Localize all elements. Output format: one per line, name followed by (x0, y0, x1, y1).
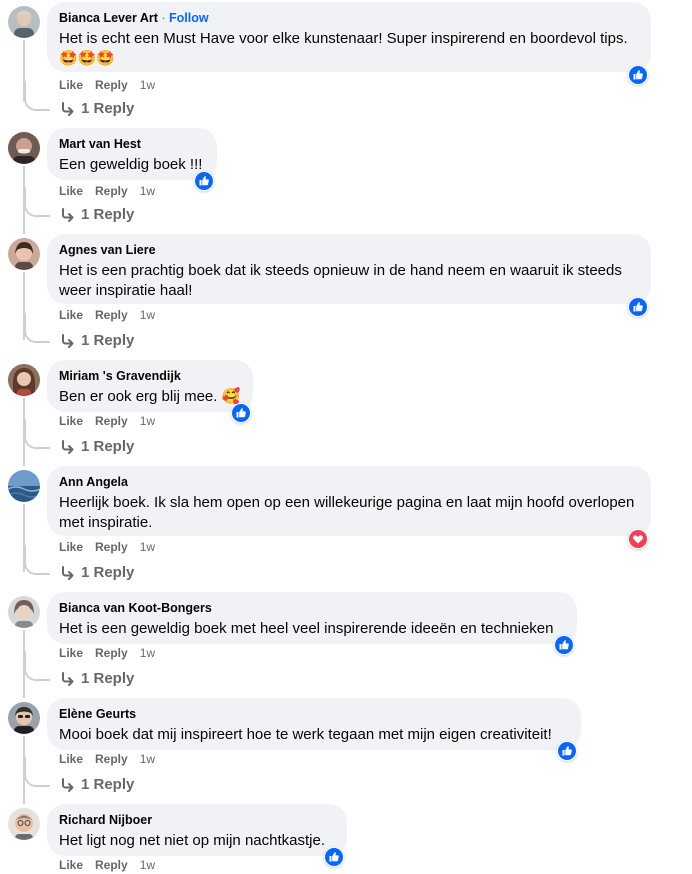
thread-connector (24, 651, 50, 681)
comment-text: Het is echt een Must Have voor elke kuns… (59, 30, 628, 67)
replies-count[interactable]: 1 Reply (81, 776, 134, 793)
reply-arrow-icon (62, 208, 74, 222)
reply-button[interactable]: Reply (95, 78, 128, 92)
avatar[interactable] (8, 238, 40, 270)
avatar[interactable] (8, 470, 40, 502)
reply-button[interactable]: Reply (95, 414, 128, 428)
timestamp: 1w (139, 646, 156, 660)
author-name[interactable]: Elène Geurts (59, 706, 569, 722)
comment-text: Het is een prachtig boek dat ik steeds o… (59, 262, 622, 299)
reply-button[interactable]: Reply (95, 646, 128, 660)
replies-count[interactable]: 1 Reply (81, 564, 134, 581)
comment-text: Het is een geweldig boek met heel veel i… (59, 620, 554, 637)
author-name[interactable]: Bianca van Koot-Bongers (59, 600, 565, 616)
like-button[interactable]: Like (59, 308, 83, 322)
reply-arrow-icon (62, 440, 74, 454)
timestamp: 1w (139, 78, 156, 92)
like-button[interactable]: Like (59, 752, 83, 766)
comment-text: Een geweldig boek !!! (59, 156, 203, 173)
thread-connector (24, 187, 50, 217)
reply-arrow-icon (62, 778, 74, 792)
author-name[interactable]: Agnes van Liere (59, 242, 639, 258)
avatar[interactable] (8, 132, 40, 164)
avatar[interactable] (8, 808, 40, 840)
like-reaction-icon[interactable] (324, 847, 344, 867)
thread-connector (24, 545, 50, 575)
timestamp: 1w (139, 184, 156, 198)
timestamp: 1w (139, 414, 156, 428)
comment-bubble: Bianca Lever Art · Follow Het is echt ee… (47, 2, 651, 72)
reply-button[interactable]: Reply (95, 308, 128, 322)
comment-bubble: Agnes van Liere Het is een prachtig boek… (47, 234, 651, 304)
replies-count[interactable]: 1 Reply (81, 100, 134, 117)
comment-text: Het ligt nog net niet op mijn nachtkastj… (59, 832, 325, 849)
replies-count[interactable]: 1 Reply (81, 332, 134, 349)
like-reaction-icon[interactable] (231, 403, 251, 423)
comment-bubble: Ann Angela Heerlijk boek. Ik sla hem ope… (47, 466, 651, 536)
comment-bubble: Miriam 's Gravendijk Ben er ook erg blij… (47, 360, 253, 412)
author-name[interactable]: Mart van Hest (59, 136, 205, 152)
reply-arrow-icon (62, 566, 74, 580)
comment-text: Ben er ook erg blij mee. 🥰 (59, 388, 241, 405)
like-reaction-icon[interactable] (557, 741, 577, 761)
author-name[interactable]: Richard Nijboer (59, 812, 335, 828)
author-name[interactable]: Miriam 's Gravendijk (59, 368, 241, 384)
like-button[interactable]: Like (59, 540, 83, 554)
comment-text: Mooi boek dat mij inspireert hoe te werk… (59, 726, 552, 743)
replies-count[interactable]: 1 Reply (81, 670, 134, 687)
comment-bubble: Bianca van Koot-Bongers Het is een gewel… (47, 592, 577, 644)
like-reaction-icon[interactable] (628, 65, 648, 85)
love-reaction-icon[interactable] (628, 529, 648, 549)
timestamp: 1w (139, 752, 156, 766)
comment-bubble: Mart van Hest Een geweldig boek !!! (47, 128, 217, 180)
heart-icon (629, 530, 647, 548)
like-reaction-icon[interactable] (194, 171, 214, 191)
comment-text: Heerlijk boek. Ik sla hem open op een wi… (59, 494, 635, 531)
thread-connector (24, 757, 50, 787)
comment-bubble: Elène Geurts Mooi boek dat mij inspireer… (47, 698, 581, 750)
timestamp: 1w (139, 308, 156, 322)
follow-button[interactable]: Follow (169, 11, 209, 25)
reply-button[interactable]: Reply (95, 752, 128, 766)
like-button[interactable]: Like (59, 646, 83, 660)
author-name[interactable]: Ann Angela (59, 474, 639, 490)
timestamp: 1w (139, 858, 156, 872)
reply-button[interactable]: Reply (95, 540, 128, 554)
replies-count[interactable]: 1 Reply (81, 438, 134, 455)
reply-arrow-icon (62, 672, 74, 686)
avatar[interactable] (8, 364, 40, 396)
author-name[interactable]: Bianca Lever Art (59, 11, 158, 25)
like-reaction-icon[interactable] (554, 635, 574, 655)
reply-button[interactable]: Reply (95, 858, 128, 872)
avatar[interactable] (8, 596, 40, 628)
thread-connector (24, 81, 50, 111)
reply-button[interactable]: Reply (95, 184, 128, 198)
like-button[interactable]: Like (59, 858, 83, 872)
like-button[interactable]: Like (59, 78, 83, 92)
avatar[interactable] (8, 6, 40, 38)
avatar[interactable] (8, 702, 40, 734)
timestamp: 1w (139, 540, 156, 554)
comment-thread: Bianca Lever Art · Follow Het is echt ee… (0, 0, 692, 874)
reply-arrow-icon (62, 102, 74, 116)
like-button[interactable]: Like (59, 184, 83, 198)
separator: · (161, 11, 166, 25)
thread-connector (24, 419, 50, 449)
replies-count[interactable]: 1 Reply (81, 206, 134, 223)
thread-connector (24, 313, 50, 343)
reply-arrow-icon (62, 334, 74, 348)
like-button[interactable]: Like (59, 414, 83, 428)
like-reaction-icon[interactable] (628, 297, 648, 317)
comment-bubble: Richard Nijboer Het ligt nog net niet op… (47, 804, 347, 856)
